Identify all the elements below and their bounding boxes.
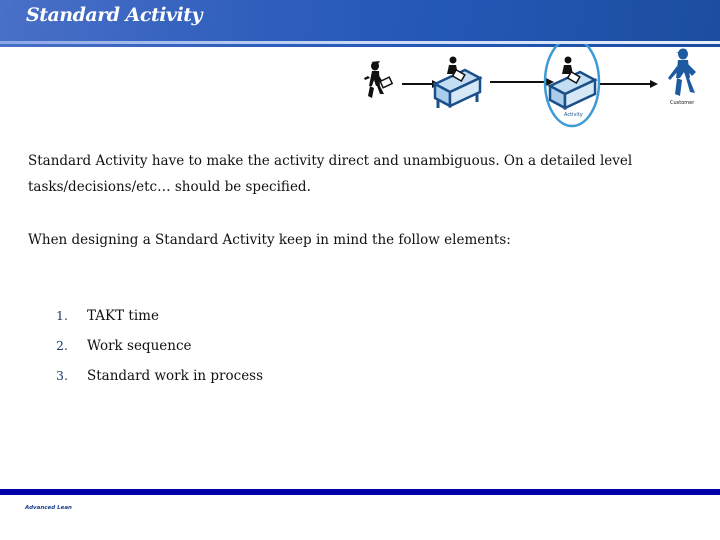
customer-label: Customer [670,100,695,106]
list-item-number: 3. [56,368,68,383]
customer-person-icon: Customer [668,48,696,106]
list-item-text: TAKT time [87,308,159,324]
elements-intro-paragraph: When designing a Standard Activity keep … [28,232,511,248]
list-item-number: 1. [56,308,68,323]
list-item-number: 2. [56,338,68,353]
person-at-desk-icon [432,56,483,109]
list-item: 2. Work sequence [56,333,263,363]
description-paragraph: Standard Activity have to make the activ… [28,153,633,195]
footer-bar [0,489,720,495]
process-flow-diagram: Activity Customer [364,44,696,128]
footer-brand: Advanced Lean [25,505,72,511]
elements-list: 1. TAKT time 2. Work sequence 3. Standar… [56,303,263,393]
flow-arrow [600,80,658,88]
person-at-desk-highlighted-icon: Activity [543,44,601,128]
walking-person-with-document-icon [364,61,394,98]
list-item-text: Standard work in process [87,368,264,384]
activity-label: Activity [564,112,583,118]
list-item: 3. Standard work in process [56,363,263,393]
title-bar: Standard Activity [0,0,720,47]
slide-title: Standard Activity [26,4,203,26]
list-item: 1. TAKT time [56,303,263,333]
list-item-text: Work sequence [87,338,192,354]
